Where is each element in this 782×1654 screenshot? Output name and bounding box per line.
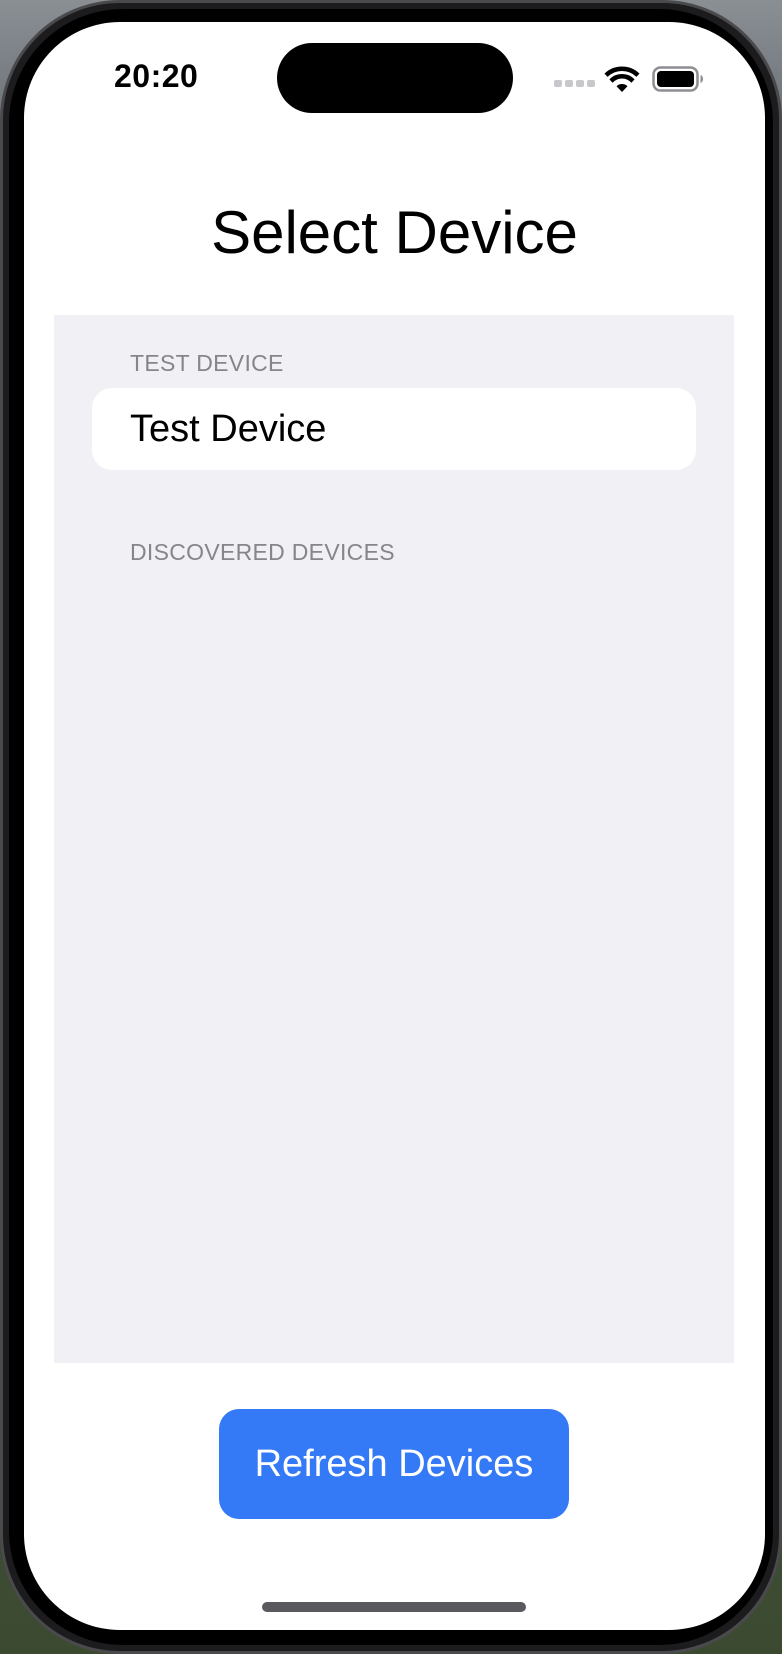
list-item-label: Test Device: [130, 407, 327, 450]
wifi-icon: [604, 66, 640, 92]
battery-icon: [652, 66, 703, 92]
page-title: Select Device: [211, 199, 578, 266]
device-list[interactable]: TEST DEVICE Test Device DISCOVERED DEVIC…: [54, 315, 734, 1363]
section-header-discovered-devices: DISCOVERED DEVICES: [130, 539, 395, 565]
app-screen: 20:20 Select Device TEST DEVICE Test Dev…: [24, 22, 765, 1630]
dynamic-island: [277, 43, 513, 113]
status-bar-time: 20:20: [114, 58, 199, 94]
cell-signal-icon: [554, 80, 595, 87]
refresh-devices-button[interactable]: Refresh Devices: [219, 1409, 569, 1519]
section-header-test-device: TEST DEVICE: [130, 350, 284, 376]
list-item-test-device[interactable]: Test Device: [92, 388, 696, 470]
home-indicator: [262, 1602, 526, 1612]
